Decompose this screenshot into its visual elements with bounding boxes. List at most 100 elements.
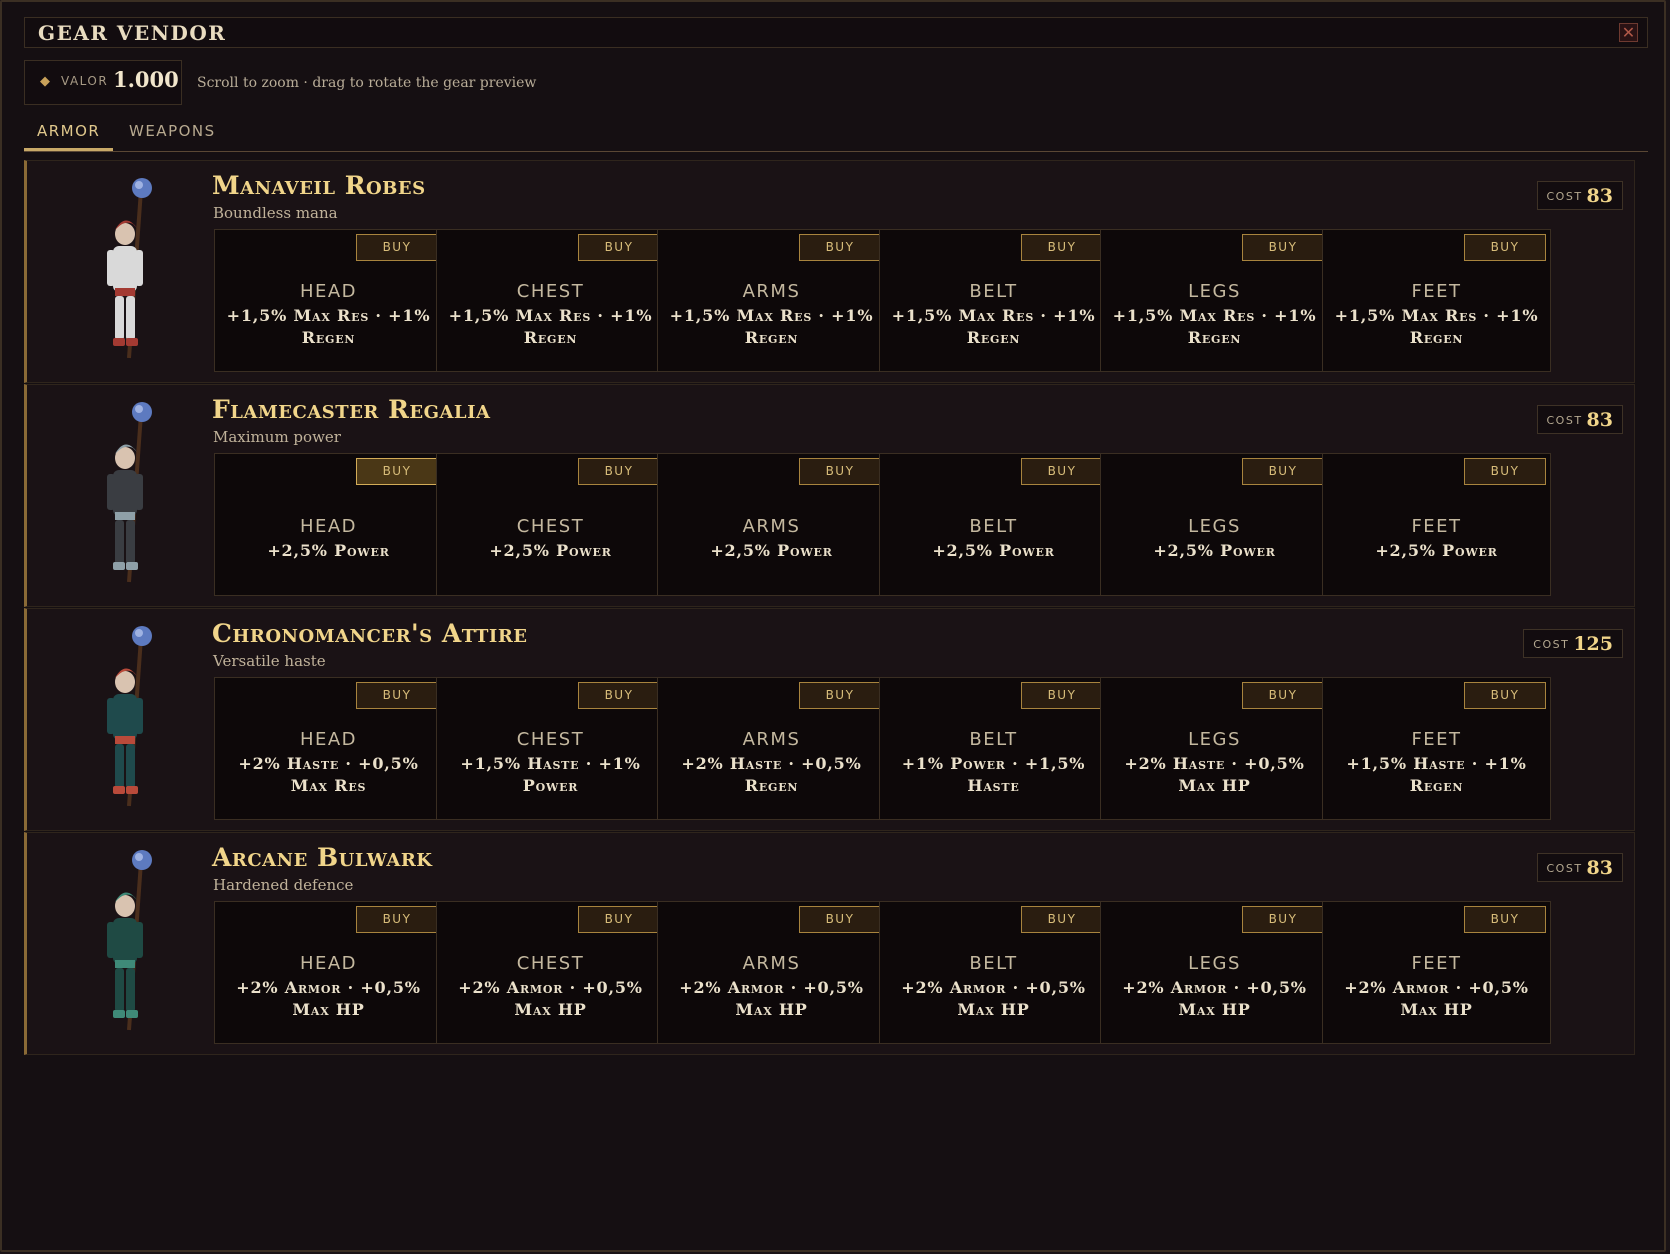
piece-stat: +2% Armor · +0,5% Max HP xyxy=(679,977,864,1019)
buy-button[interactable]: BUY xyxy=(799,682,881,709)
buy-button[interactable]: BUY xyxy=(1464,234,1546,261)
piece-info: FEET +2,5% Power xyxy=(1323,488,1550,589)
gear-piece-card: BUY HEAD +1,5% Max Res · +1% Regen xyxy=(214,229,443,372)
piece-info: BELT +2% Armor · +0,5% Max HP xyxy=(880,936,1107,1037)
piece-stat: +2% Armor · +0,5% Max HP xyxy=(1122,977,1307,1019)
buy-button[interactable]: BUY xyxy=(578,234,660,261)
buy-button[interactable]: BUY xyxy=(1242,234,1324,261)
buy-button[interactable]: BUY xyxy=(578,682,660,709)
piece-info: FEET +1,5% Haste · +1% Regen xyxy=(1323,712,1550,813)
gear-piece-card: BUY ARMS +2% Haste · +0,5% Regen xyxy=(657,677,886,820)
set-name: Flamecaster Regalia xyxy=(212,395,491,424)
piece-slot: LEGS xyxy=(1188,952,1241,974)
gear-piece-card: BUY CHEST +2,5% Power xyxy=(436,453,665,596)
character-preview[interactable] xyxy=(85,848,165,1038)
buy-button[interactable]: BUY xyxy=(1021,906,1103,933)
piece-slot: HEAD xyxy=(299,728,358,750)
cost-value: 83 xyxy=(1586,185,1613,207)
buy-button[interactable]: BUY xyxy=(1242,458,1324,485)
valor-amount: 1.000 xyxy=(113,67,179,92)
cost-label: COST xyxy=(1546,190,1583,203)
character-preview[interactable] xyxy=(85,400,165,590)
buy-button[interactable]: BUY xyxy=(356,234,438,261)
gear-piece-card: BUY CHEST +1,5% Haste · +1% Power xyxy=(436,677,665,820)
buy-button[interactable]: BUY xyxy=(1242,906,1324,933)
piece-slot: BELT xyxy=(969,515,1018,537)
gear-vendor-window: GEAR VENDOR ✕ ◆ VALOR 1.000 Scroll to zo… xyxy=(0,0,1666,1252)
character-preview[interactable] xyxy=(85,176,165,366)
set-description: Boundless mana xyxy=(213,204,338,222)
piece-slot: BELT xyxy=(969,728,1018,750)
buy-button[interactable]: BUY xyxy=(799,906,881,933)
gear-piece-card: BUY ARMS +2% Armor · +0,5% Max HP xyxy=(657,901,886,1044)
title-bar: GEAR VENDOR ✕ xyxy=(24,17,1648,48)
piece-slot: LEGS xyxy=(1188,280,1241,302)
piece-slot: HEAD xyxy=(299,280,358,302)
cost-label: COST xyxy=(1546,862,1583,875)
buy-button[interactable]: BUY xyxy=(356,906,438,933)
piece-slot: BELT xyxy=(969,280,1018,302)
set-name: Arcane Bulwark xyxy=(212,843,433,872)
tab-weapons[interactable]: WEAPONS xyxy=(116,122,229,148)
gear-piece-card: BUY HEAD +2,5% Power xyxy=(214,453,443,596)
piece-stat: +1,5% Max Res · +1% Regen xyxy=(1112,305,1317,347)
buy-button[interactable]: BUY xyxy=(1464,906,1546,933)
tab-armor[interactable]: ARMOR xyxy=(24,122,114,151)
buy-button[interactable]: BUY xyxy=(578,458,660,485)
buy-button[interactable]: BUY xyxy=(1021,458,1103,485)
gear-piece-card: BUY LEGS +2% Haste · +0,5% Max HP xyxy=(1100,677,1329,820)
buy-button[interactable]: BUY xyxy=(799,234,881,261)
gear-piece-card: BUY LEGS +2,5% Power xyxy=(1100,453,1329,596)
piece-stat: +2% Armor · +0,5% Max HP xyxy=(901,977,1086,1019)
piece-slot: BELT xyxy=(969,952,1018,974)
close-icon[interactable]: ✕ xyxy=(1619,23,1638,42)
gear-set-row: Arcane Bulwark Hardened defence COST 83 BUY H… xyxy=(24,832,1635,1055)
buy-button[interactable]: BUY xyxy=(799,458,881,485)
piece-info: BELT +1,5% Max Res · +1% Regen xyxy=(880,264,1107,365)
piece-slot: FEET xyxy=(1411,728,1462,750)
cost-value: 83 xyxy=(1586,857,1613,879)
buy-button[interactable]: BUY xyxy=(356,458,438,485)
set-cost-badge: COST 83 xyxy=(1536,853,1623,882)
buy-button[interactable]: BUY xyxy=(1021,234,1103,261)
gear-piece-card: BUY BELT +2% Armor · +0,5% Max HP xyxy=(879,901,1108,1044)
buy-button[interactable]: BUY xyxy=(1464,682,1546,709)
piece-slot: CHEST xyxy=(516,728,585,750)
piece-info: LEGS +2,5% Power xyxy=(1101,488,1328,589)
preview-hint: Scroll to zoom · drag to rotate the gear… xyxy=(197,75,537,91)
gear-set-row: Flamecaster Regalia Maximum power COST 83 BU… xyxy=(24,384,1635,607)
category-tabs: ARMOR WEAPONS xyxy=(24,116,1648,152)
character-preview[interactable] xyxy=(85,624,165,814)
buy-button[interactable]: BUY xyxy=(1464,458,1546,485)
gear-piece-card: BUY CHEST +1,5% Max Res · +1% Regen xyxy=(436,229,665,372)
buy-button[interactable]: BUY xyxy=(356,682,438,709)
gear-piece-card: BUY BELT +1,5% Max Res · +1% Regen xyxy=(879,229,1108,372)
piece-info: FEET +1,5% Max Res · +1% Regen xyxy=(1323,264,1550,365)
gear-piece-card: BUY HEAD +2% Armor · +0,5% Max HP xyxy=(214,901,443,1044)
piece-list: BUY HEAD +1,5% Max Res · +1% Regen BUY CHEST… xyxy=(214,229,1626,372)
piece-slot: CHEST xyxy=(516,515,585,537)
piece-info: ARMS +1,5% Max Res · +1% Regen xyxy=(658,264,885,365)
piece-stat: +1% Power · +1,5% Haste xyxy=(901,753,1086,795)
buy-button[interactable]: BUY xyxy=(1242,682,1324,709)
buy-button[interactable]: BUY xyxy=(1021,682,1103,709)
gear-piece-card: BUY LEGS +1,5% Max Res · +1% Regen xyxy=(1100,229,1329,372)
piece-stat: +1,5% Max Res · +1% Regen xyxy=(1334,305,1539,347)
diamond-icon: ◆ xyxy=(40,74,50,89)
gear-piece-card: BUY FEET +1,5% Max Res · +1% Regen xyxy=(1322,229,1551,372)
set-description: Versatile haste xyxy=(213,652,326,670)
piece-stat: +2,5% Power xyxy=(932,540,1055,560)
piece-stat: +2% Haste · +0,5% Max Res xyxy=(238,753,419,795)
piece-stat: +1,5% Max Res · +1% Regen xyxy=(669,305,874,347)
piece-slot: CHEST xyxy=(516,952,585,974)
piece-stat: +2% Armor · +0,5% Max HP xyxy=(1344,977,1529,1019)
buy-button[interactable]: BUY xyxy=(578,906,660,933)
piece-info: CHEST +1,5% Max Res · +1% Regen xyxy=(437,264,664,365)
piece-stat: +2,5% Power xyxy=(489,540,612,560)
piece-info: ARMS +2% Haste · +0,5% Regen xyxy=(658,712,885,813)
piece-stat: +2% Haste · +0,5% Regen xyxy=(681,753,862,795)
gear-piece-card: BUY FEET +2,5% Power xyxy=(1322,453,1551,596)
set-description: Maximum power xyxy=(213,428,341,446)
piece-info: HEAD +2% Haste · +0,5% Max Res xyxy=(215,712,442,813)
piece-info: BELT +1% Power · +1,5% Haste xyxy=(880,712,1107,813)
